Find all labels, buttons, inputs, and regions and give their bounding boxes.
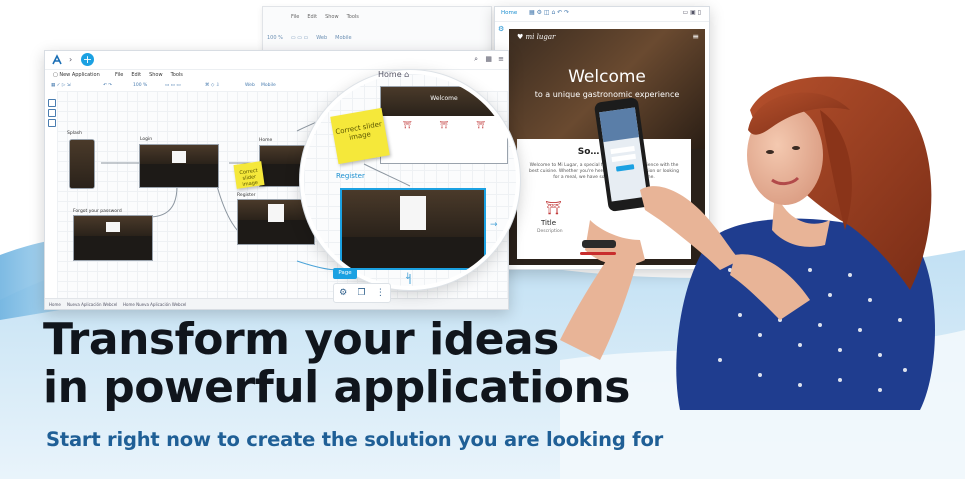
node-label-register: Register xyxy=(237,193,256,198)
back-menubar: File Edit Show Tools xyxy=(291,14,359,20)
headline-line-1: Transform your ideas xyxy=(43,314,559,365)
feature-title: Title xyxy=(541,219,557,227)
node-label-splash: Splash xyxy=(67,131,82,136)
app-name-text: New Application xyxy=(59,72,100,78)
editor-titlebar: › + ⌕ ▦ ≡ xyxy=(45,51,508,70)
back-web-toggle[interactable]: Web xyxy=(316,35,327,41)
node-label-home: Home xyxy=(259,138,273,143)
status-tab-home[interactable]: Home xyxy=(49,302,61,307)
back-frame-icon[interactable]: ▭ ▭ ▭ xyxy=(291,35,308,41)
menu-icon[interactable]: ≡ xyxy=(498,55,504,63)
subheadline: Start right now to create the solution y… xyxy=(46,428,664,451)
add-button[interactable]: + xyxy=(81,53,94,66)
toolbar-action-icons[interactable]: ▦ ✓ ▷ ⇲ xyxy=(51,83,71,88)
duplicate-icon[interactable]: ❐ xyxy=(358,288,366,298)
brand-logo: ♥ mi lugar xyxy=(517,33,556,41)
editor-statusbar: Home Nueva Aplicación Webcel Home Nueva … xyxy=(45,298,508,309)
sticky-note-small[interactable]: Correct slider image xyxy=(233,161,265,189)
zoom-home-label: Home ⌂ xyxy=(378,70,409,79)
back-toolbar: 100 % ▭ ▭ ▭ Web Mobile xyxy=(267,33,487,43)
headline-line-2: in powerful applications xyxy=(43,362,630,413)
more-vertical-icon[interactable]: ⋮ xyxy=(376,288,385,298)
device-switch-icons[interactable]: ▭ ▣ ▯ xyxy=(683,9,701,16)
preview-toolbar: Home ▦ ⚙ ◫ ⌂ ↶ ↷ ▭ ▣ ▯ xyxy=(495,7,709,22)
back-menu-file[interactable]: File xyxy=(291,14,299,20)
menu-edit[interactable]: Edit xyxy=(131,72,141,78)
node-label-login: Login xyxy=(140,137,153,142)
hamburger-menu-icon[interactable]: ≡ xyxy=(692,32,699,41)
preview-tab-home[interactable]: Home xyxy=(501,10,517,16)
page-chip[interactable]: Page xyxy=(333,268,357,279)
app-logo-icon xyxy=(52,54,62,65)
node-action-toolbar: ⚙ ❐ ⋮ xyxy=(333,283,391,303)
zoom-home-text: Home xyxy=(378,70,402,79)
node-login[interactable] xyxy=(139,144,219,188)
mobile-toggle[interactable]: Mobile xyxy=(261,83,276,88)
chevron-right-icon[interactable]: › xyxy=(69,55,72,64)
zoom-connectors xyxy=(363,163,411,284)
status-tab-home-app[interactable]: Home Nueva Aplicación Webcel xyxy=(123,302,186,307)
brand-name: mi lugar xyxy=(525,33,556,41)
preview-side-icon[interactable]: ⚙ xyxy=(498,25,506,33)
node-label-forgot: Forgot your password xyxy=(73,209,122,214)
rail-page-icon[interactable] xyxy=(48,99,56,107)
home-icon: ⌂ xyxy=(404,70,410,79)
node-forgot-password[interactable] xyxy=(73,215,153,261)
app-name: ▢ New Application xyxy=(53,72,100,78)
layout-icons[interactable]: ⌘ ◇ ⇩ xyxy=(205,83,220,88)
back-zoom-select[interactable]: 100 % xyxy=(267,35,283,41)
sticky-note-zoom[interactable]: Correct slider image xyxy=(330,107,390,165)
preview-toolbar-icons[interactable]: ▦ ⚙ ◫ ⌂ ↶ ↷ xyxy=(529,9,569,16)
back-menu-edit[interactable]: Edit xyxy=(307,14,317,20)
frame-icons[interactable]: ▭ ▭ ▭ xyxy=(165,83,181,88)
web-toggle[interactable]: Web xyxy=(245,83,255,88)
rail-component-icon[interactable] xyxy=(48,109,56,117)
headline: Transform your ideas in powerful applica… xyxy=(43,316,630,412)
arrow-down-icon: ↓ xyxy=(404,272,412,282)
settings-icon[interactable]: ⚙ xyxy=(339,288,347,298)
zoom-register-label: Register xyxy=(336,172,365,180)
undo-redo-icons[interactable]: ↶ ↷ xyxy=(103,83,112,88)
menu-show[interactable]: Show xyxy=(149,72,163,78)
menu-file[interactable]: File xyxy=(115,72,123,78)
back-mobile-toggle[interactable]: Mobile xyxy=(335,35,351,41)
arrow-right-icon: → xyxy=(490,220,498,230)
back-menu-show[interactable]: Show xyxy=(325,14,339,20)
feature-description: Description xyxy=(537,229,563,234)
rail-layer-icon[interactable] xyxy=(48,119,56,127)
node-splash[interactable] xyxy=(69,139,95,189)
back-editor-window: File Edit Show Tools 100 % ▭ ▭ ▭ Web Mob… xyxy=(262,6,492,54)
banner: File Edit Show Tools 100 % ▭ ▭ ▭ Web Mob… xyxy=(0,0,965,479)
search-icon[interactable]: ⌕ xyxy=(474,55,478,64)
grid-icon[interactable]: ▦ xyxy=(485,55,492,63)
zoom-select[interactable]: 100 % xyxy=(133,83,147,88)
status-tab-app[interactable]: Nueva Aplicación Webcel xyxy=(67,302,117,307)
zoom-magnifier: Welcome ⛩ ⛩ ⛩ xyxy=(300,70,520,290)
menu-tools[interactable]: Tools xyxy=(171,72,183,78)
back-menu-tools[interactable]: Tools xyxy=(347,14,359,20)
